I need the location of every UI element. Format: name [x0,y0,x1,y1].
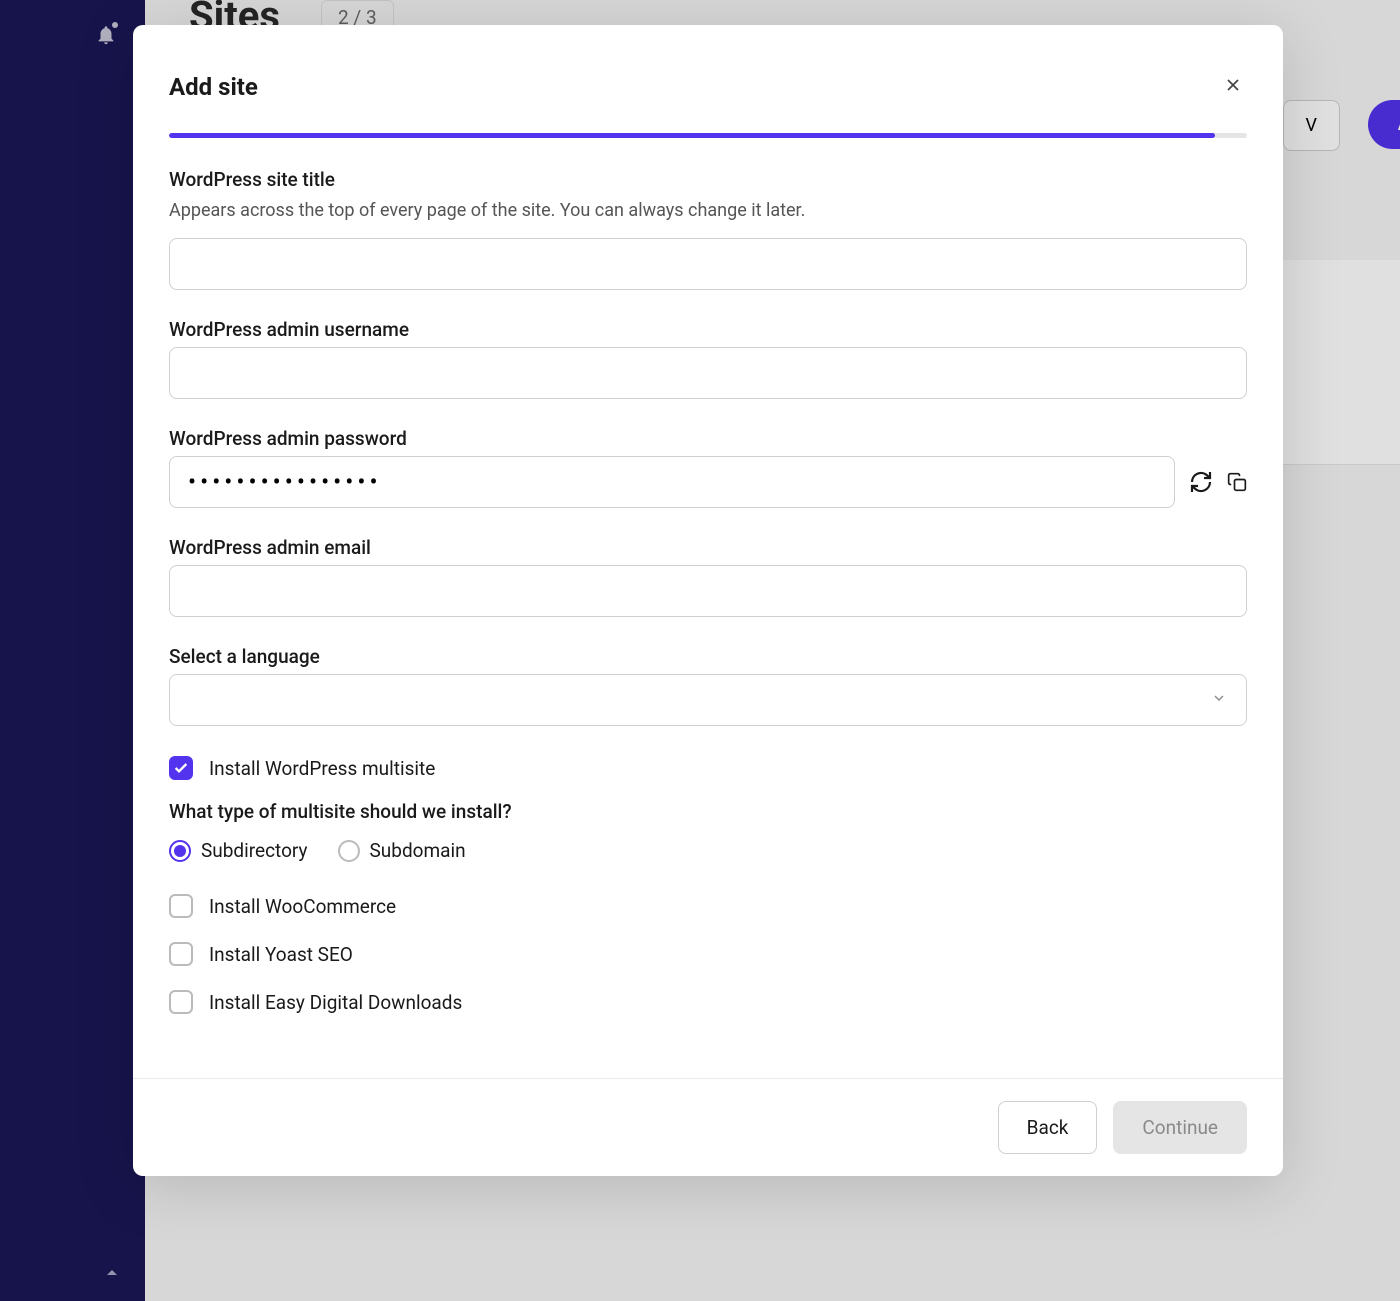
site-title-label: WordPress site title [169,168,1247,191]
install-woocommerce-checkbox[interactable] [169,894,193,918]
install-woocommerce-label: Install WooCommerce [209,895,396,918]
admin-username-label: WordPress admin username [169,318,1247,341]
subdomain-label: Subdomain [370,839,466,862]
add-site-modal: Add site WordPress site title Appears ac… [133,25,1283,1176]
copy-password-button[interactable] [1227,472,1247,492]
install-edd-label: Install Easy Digital Downloads [209,991,462,1014]
modal-footer: Back Continue [133,1078,1283,1176]
subdirectory-label: Subdirectory [201,839,308,862]
site-title-help: Appears across the top of every page of … [169,197,1247,224]
modal-header: Add site [133,25,1283,123]
language-select[interactable] [169,674,1247,726]
modal-title: Add site [169,73,258,101]
install-yoast-checkbox[interactable] [169,942,193,966]
regenerate-password-button[interactable] [1189,470,1213,494]
subdirectory-radio[interactable] [169,840,191,862]
admin-password-label: WordPress admin password [169,427,1247,450]
close-button[interactable] [1219,71,1247,103]
language-label: Select a language [169,645,1247,668]
back-button[interactable]: Back [998,1101,1098,1154]
admin-username-input[interactable] [169,347,1247,399]
subdomain-radio[interactable] [338,840,360,862]
continue-button[interactable]: Continue [1113,1101,1247,1154]
site-title-input[interactable] [169,238,1247,290]
admin-email-input[interactable] [169,565,1247,617]
install-multisite-checkbox[interactable] [169,756,193,780]
admin-email-label: WordPress admin email [169,536,1247,559]
install-yoast-label: Install Yoast SEO [209,943,353,966]
install-edd-checkbox[interactable] [169,990,193,1014]
install-multisite-label: Install WordPress multisite [209,757,435,780]
admin-password-input[interactable] [169,456,1175,508]
multisite-type-question: What type of multisite should we install… [169,800,1247,823]
